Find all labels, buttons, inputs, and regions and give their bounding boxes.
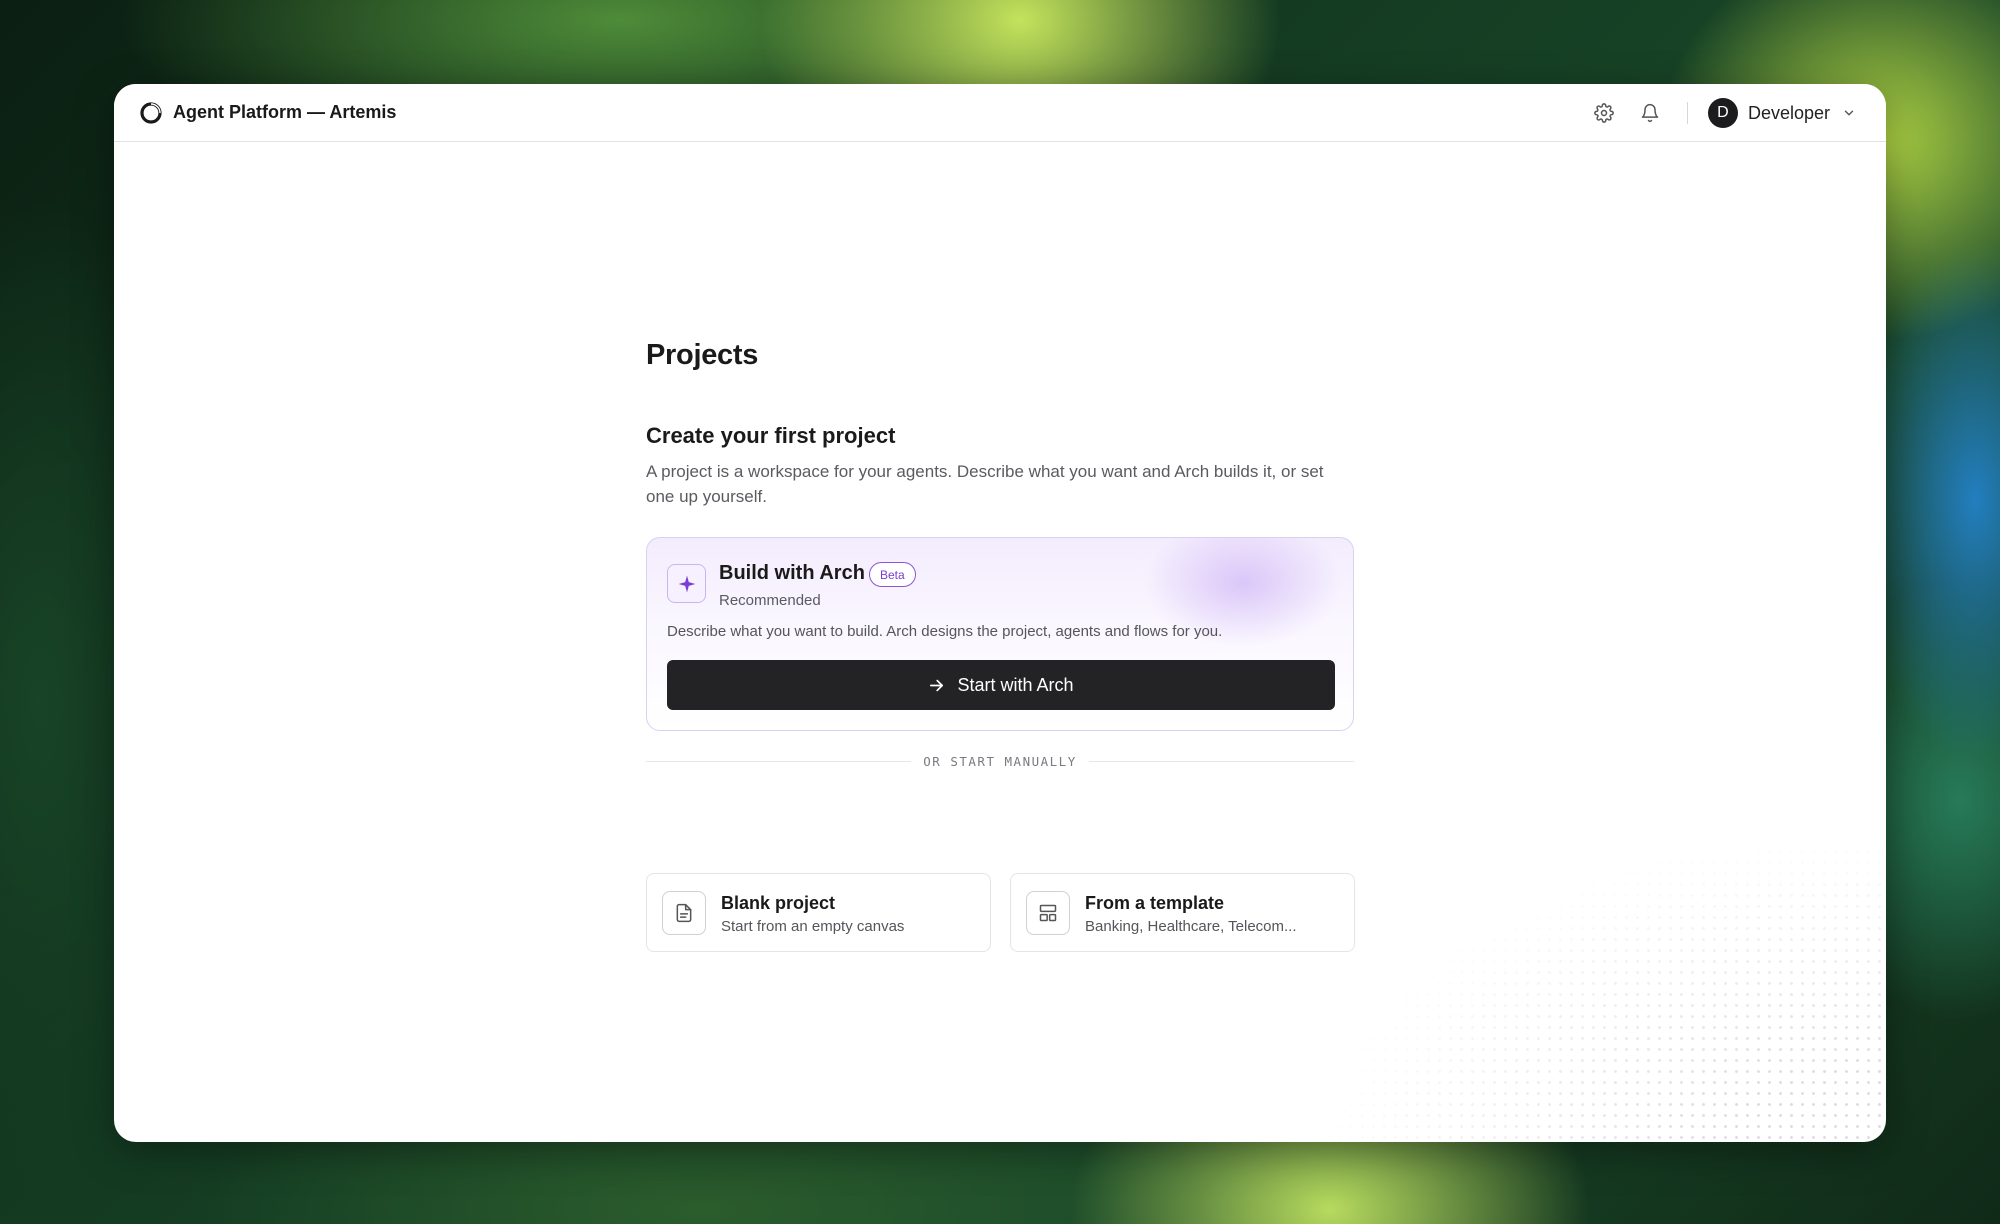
document-icon [662, 891, 706, 935]
logo-icon [140, 102, 162, 124]
arch-card-subtitle: Recommended [719, 592, 821, 609]
chevron-down-icon [1844, 110, 1854, 116]
blank-project-card[interactable]: Blank project Start from an empty canvas [646, 873, 991, 952]
beta-badge: Beta [869, 562, 916, 587]
user-name: Developer [1747, 102, 1830, 123]
app-title: Agent Platform — Artemis [173, 102, 397, 122]
divider-label: OR START MANUALLY [923, 753, 1077, 769]
section-description: A project is a workspace for your agents… [646, 462, 1324, 506]
app-window: Agent Platform — Artemis D Developer Pro… [114, 84, 1886, 1142]
user-menu[interactable]: D Developer [1707, 98, 1856, 128]
from-template-card[interactable]: From a template Banking, Healthcare, Tel… [1010, 873, 1355, 952]
top-bar-actions: D Developer [1571, 84, 1856, 142]
top-bar: Agent Platform — Artemis D Developer [114, 84, 1886, 142]
avatar: D [1707, 98, 1738, 128]
projects-content: Projects Create your first project A pro… [646, 339, 1355, 952]
start-with-arch-label: Start with Arch [957, 674, 1074, 695]
build-with-arch-card: Build with Arch Beta Recommended Describ… [646, 537, 1354, 731]
from-template-title: From a template [1085, 893, 1225, 913]
arrow-right-icon [930, 679, 944, 691]
separator [1686, 102, 1688, 124]
bell-icon[interactable] [1637, 100, 1663, 126]
blank-project-title: Blank project [721, 893, 836, 913]
start-with-arch-button[interactable]: Start with Arch [667, 660, 1335, 710]
arch-card-title: Build with Arch [719, 562, 865, 584]
template-icon [1026, 891, 1070, 935]
section-title: Create your first project [646, 423, 896, 448]
or-divider: OR START MANUALLY [646, 751, 1354, 771]
settings-icon[interactable] [1591, 100, 1617, 126]
arch-card-description: Describe what you want to build. Arch de… [667, 623, 1223, 640]
from-template-subtitle: Banking, Healthcare, Telecom... [1085, 918, 1297, 935]
blank-project-subtitle: Start from an empty canvas [721, 918, 905, 935]
page-title: Projects [646, 339, 759, 371]
sparkle-icon [667, 564, 706, 603]
